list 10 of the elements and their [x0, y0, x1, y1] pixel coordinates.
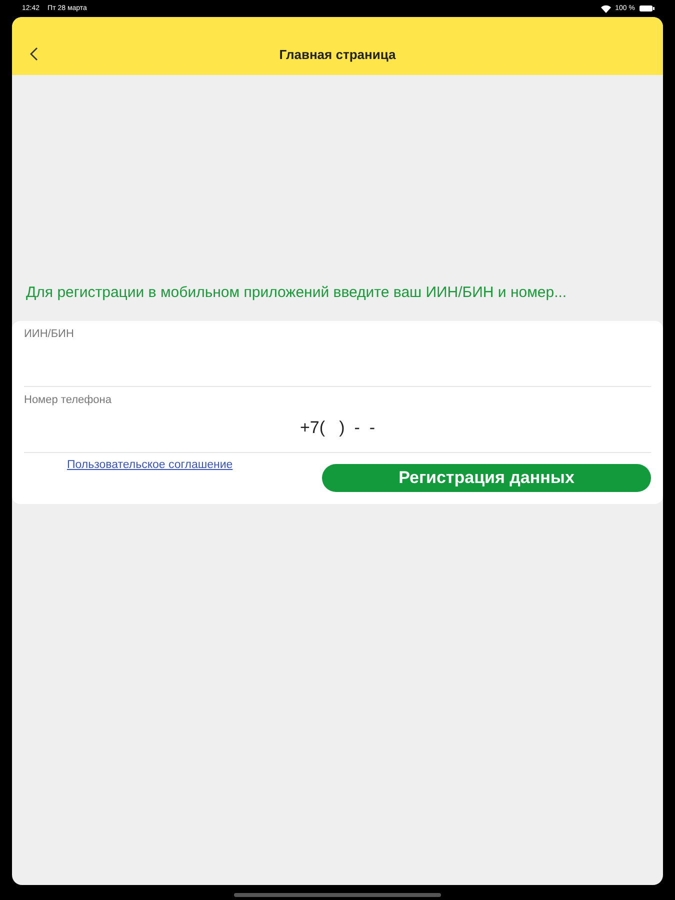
wifi-icon — [601, 4, 612, 12]
battery-icon — [639, 5, 655, 12]
field-label: Номер телефона — [24, 394, 112, 406]
register-button[interactable]: Регистрация данных — [322, 464, 651, 492]
back-chevron-icon[interactable] — [30, 47, 38, 61]
page-title: Главная страница — [279, 46, 396, 62]
intro-text: Для регистрации в мобильном приложений введите ваш ИИН/БИН и номер... — [25, 284, 568, 303]
field-label: ИИН/БИН — [24, 328, 75, 340]
input-field[interactable]: +7( ) - - — [24, 416, 651, 440]
agreement-link[interactable]: Пользовательское соглашение — [67, 459, 233, 471]
